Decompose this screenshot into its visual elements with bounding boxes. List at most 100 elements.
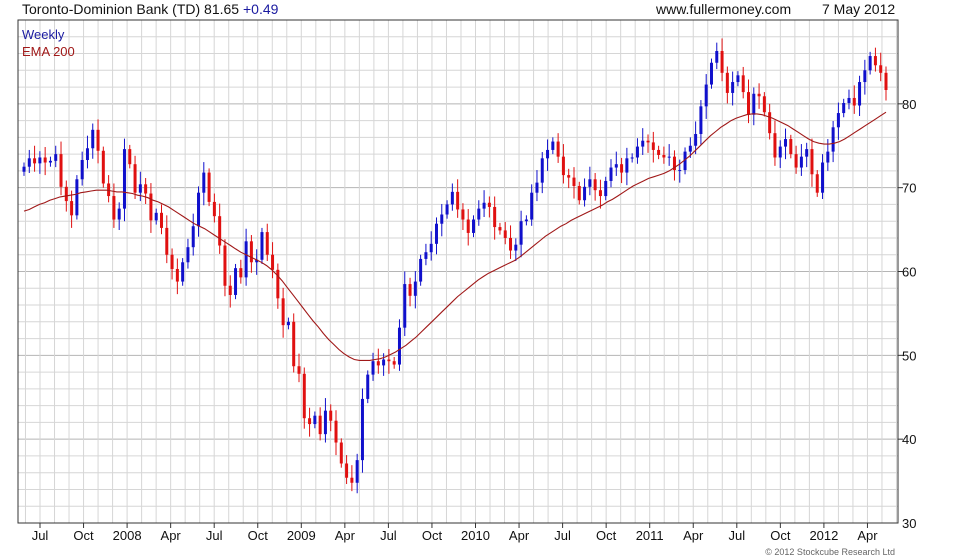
candle	[836, 102, 840, 140]
copyright-notice: © 2012 Stockcube Research Ltd	[765, 547, 895, 557]
candle	[567, 168, 571, 189]
candle	[419, 254, 423, 286]
candle	[345, 455, 349, 485]
candle	[403, 271, 407, 337]
candle	[651, 131, 655, 163]
candle	[509, 225, 513, 259]
candle	[48, 156, 52, 167]
candle	[149, 183, 153, 233]
candle	[752, 87, 756, 126]
candle	[498, 222, 502, 235]
candle	[519, 210, 523, 258]
y-tick-label: 70	[902, 181, 916, 196]
candle	[191, 213, 195, 256]
legend-ema-200: EMA 200	[22, 44, 75, 59]
candle	[297, 353, 301, 383]
candle	[96, 119, 100, 164]
candle	[27, 149, 31, 173]
candle	[662, 146, 666, 164]
candle	[212, 193, 216, 223]
candle	[773, 120, 777, 166]
x-tick-label: Apr	[335, 528, 356, 543]
x-tick-label: Apr	[683, 528, 704, 543]
candle	[186, 238, 190, 269]
candle	[725, 66, 729, 104]
candle	[75, 175, 79, 220]
candle	[434, 217, 438, 255]
grid-lines	[18, 20, 898, 523]
candle	[33, 145, 37, 172]
candle	[604, 176, 608, 201]
candle	[70, 190, 74, 228]
candle	[207, 168, 211, 207]
candle	[657, 145, 661, 160]
candle	[249, 235, 253, 273]
candle	[392, 357, 396, 369]
x-tick-label: 2011	[636, 528, 664, 543]
candle	[472, 215, 476, 238]
candle	[810, 138, 814, 187]
candle	[260, 227, 264, 264]
y-tick-label: 60	[902, 265, 916, 280]
candle	[318, 407, 322, 441]
candle	[234, 263, 238, 300]
candle	[366, 370, 370, 404]
candle	[715, 42, 719, 70]
candle	[133, 155, 137, 199]
x-tick-label: Jul	[380, 528, 397, 543]
candle	[308, 407, 312, 437]
ema-200-line	[23, 111, 887, 361]
candle	[858, 75, 862, 116]
candle	[122, 138, 126, 222]
candle	[117, 202, 121, 231]
y-tick-label: 40	[902, 432, 916, 447]
candle	[223, 239, 227, 297]
candle	[339, 438, 343, 468]
candle	[842, 98, 846, 118]
x-tick-label: Oct	[422, 528, 443, 543]
candle	[514, 238, 518, 262]
x-tick-label: 2009	[287, 528, 316, 543]
x-tick-label: Jul	[554, 528, 571, 543]
candle	[239, 259, 243, 284]
candle	[456, 179, 460, 218]
candle	[530, 184, 534, 226]
candle	[107, 175, 111, 203]
candle	[159, 204, 163, 235]
price-chart: 304050607080 Jul Oct 2008 Apr Jul Oct 2009 Apr J…	[17, 19, 916, 557]
candle	[535, 170, 539, 202]
x-axis-ticks: Jul Oct 2008 Apr Jul Oct 2009 Apr Jul Oct 2010 Apr J…	[32, 523, 878, 543]
candle	[709, 58, 713, 89]
candle	[355, 453, 359, 494]
candle	[244, 228, 248, 286]
x-tick-label: 2010	[461, 528, 490, 543]
x-tick-label: Apr	[161, 528, 182, 543]
candle	[397, 319, 401, 371]
candle	[413, 271, 417, 309]
x-tick-label: 2012	[809, 528, 838, 543]
candle	[91, 123, 95, 159]
candle	[286, 317, 290, 330]
candle	[789, 134, 793, 159]
candle	[461, 203, 465, 231]
candle	[281, 287, 285, 338]
candle	[360, 388, 364, 473]
candle	[144, 178, 148, 205]
candle	[334, 410, 338, 456]
candle	[863, 59, 867, 95]
candle	[873, 47, 877, 72]
x-tick-label: Jul	[728, 528, 745, 543]
candle	[350, 465, 354, 492]
candle	[577, 181, 581, 205]
x-tick-label: Oct	[73, 528, 94, 543]
candle	[323, 398, 327, 443]
candle	[831, 121, 835, 163]
candle	[546, 139, 550, 171]
candle	[101, 146, 105, 188]
candle	[609, 159, 613, 188]
candle	[731, 71, 735, 106]
x-tick-label: Oct	[596, 528, 617, 543]
candle	[720, 38, 724, 82]
candle	[175, 258, 179, 295]
candle	[387, 349, 391, 374]
